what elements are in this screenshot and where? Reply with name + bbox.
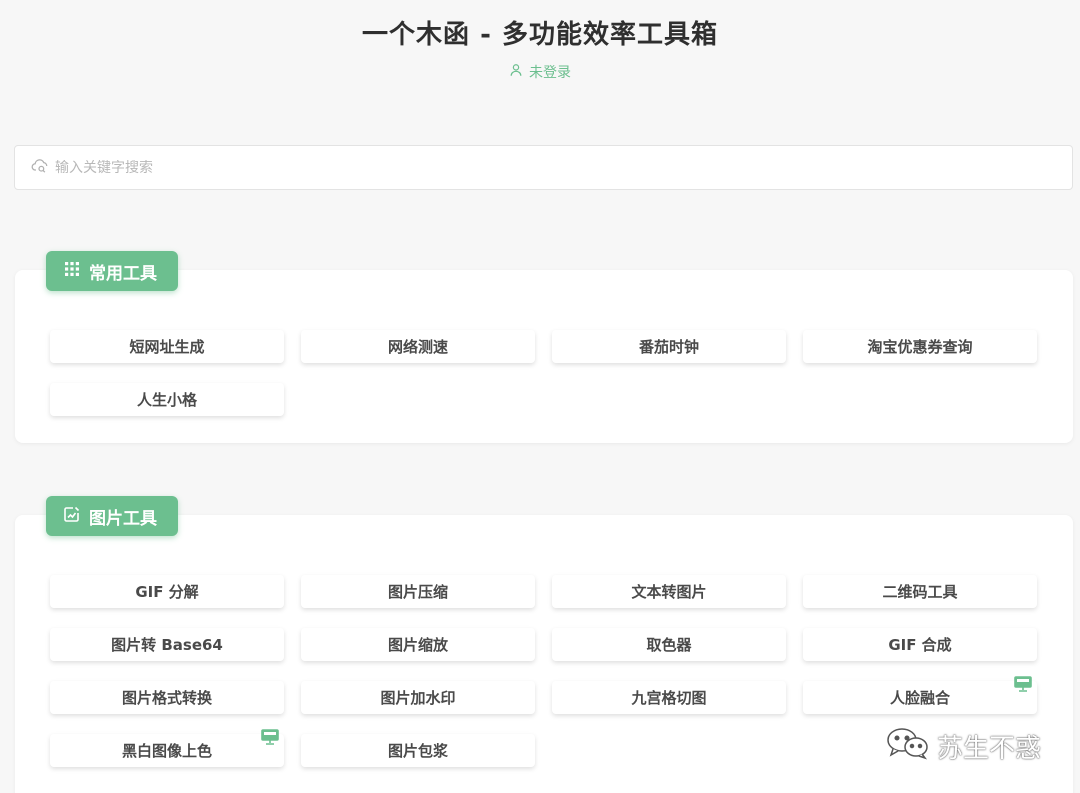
- tool-button[interactable]: 人生小格: [50, 383, 284, 416]
- tool-button-label: 黑白图像上色: [121, 742, 212, 760]
- tool-button-label: 图片缩放: [387, 636, 448, 654]
- tool-button-label: 九宫格切图: [631, 689, 707, 707]
- tool-button[interactable]: 文本转图片: [552, 575, 786, 608]
- category-badge-common-tools: 常用工具: [46, 251, 178, 291]
- tool-button[interactable]: 短网址生成: [50, 330, 284, 363]
- tool-button[interactable]: 人脸融合: [803, 676, 1037, 714]
- tool-button-label: GIF 合成: [888, 636, 952, 654]
- category-badge-image-tools: 图片工具: [46, 496, 178, 536]
- tool-button-label: 图片压缩: [387, 583, 448, 601]
- user-icon: [509, 63, 523, 81]
- search-input[interactable]: [55, 159, 1072, 176]
- tool-button[interactable]: 九宫格切图: [552, 681, 786, 714]
- desktop-icon: [1013, 675, 1033, 693]
- tool-button-label: 文本转图片: [631, 583, 707, 601]
- tool-button[interactable]: 图片包浆: [301, 734, 535, 767]
- page: 一个木函 - 多功能效率工具箱 未登录 输入关键字搜索 常用工具 短网址生成 网…: [0, 0, 1080, 793]
- tool-button[interactable]: 图片压缩: [301, 575, 535, 608]
- desktop-icon: [260, 728, 280, 746]
- login-status-link[interactable]: 未登录: [0, 62, 1080, 82]
- page-title: 一个木函 - 多功能效率工具箱: [362, 20, 718, 50]
- tool-button-label: 人脸融合: [889, 689, 950, 707]
- tool-button[interactable]: GIF 合成: [803, 628, 1037, 661]
- wechat-icon: [885, 726, 931, 767]
- category-label: 常用工具: [89, 263, 157, 284]
- watermark-text: 苏生不惑: [937, 734, 1042, 764]
- search-bar[interactable]: [14, 145, 1073, 190]
- tool-button[interactable]: 淘宝优惠券查询: [803, 330, 1037, 363]
- tool-button[interactable]: 图片转 Base64: [50, 628, 284, 661]
- tool-button-label: 二维码工具: [882, 583, 958, 601]
- tool-button[interactable]: 番茄时钟: [552, 330, 786, 363]
- category-label: 图片工具: [89, 508, 157, 529]
- tool-button-label: 图片加水印: [380, 689, 456, 707]
- cloud-search-icon: [31, 157, 49, 179]
- tool-button[interactable]: 取色器: [552, 628, 786, 661]
- grid-icon: [63, 260, 81, 283]
- tool-grid-common-tools: 短网址生成 网络测速 番茄时钟 淘宝优惠券查询 人生小格: [50, 330, 1037, 416]
- tool-button[interactable]: 图片加水印: [301, 681, 535, 714]
- watermark: 苏生不惑: [885, 726, 1041, 767]
- tool-button-label: GIF 分解: [135, 583, 199, 601]
- tool-button[interactable]: 图片格式转换: [50, 681, 284, 714]
- tool-button[interactable]: 图片缩放: [301, 628, 535, 661]
- tool-button[interactable]: GIF 分解: [50, 575, 284, 608]
- image-edit-icon: [63, 505, 81, 528]
- tool-button-label: 图片转 Base64: [111, 636, 223, 654]
- login-status-label: 未登录: [529, 65, 571, 81]
- tool-button[interactable]: 二维码工具: [803, 575, 1037, 608]
- tool-button-label: 图片包浆: [387, 742, 448, 760]
- tool-button[interactable]: 网络测速: [301, 330, 535, 363]
- tool-button-label: 取色器: [646, 636, 692, 654]
- tool-button[interactable]: 黑白图像上色: [50, 729, 284, 767]
- tool-button-label: 图片格式转换: [121, 689, 212, 707]
